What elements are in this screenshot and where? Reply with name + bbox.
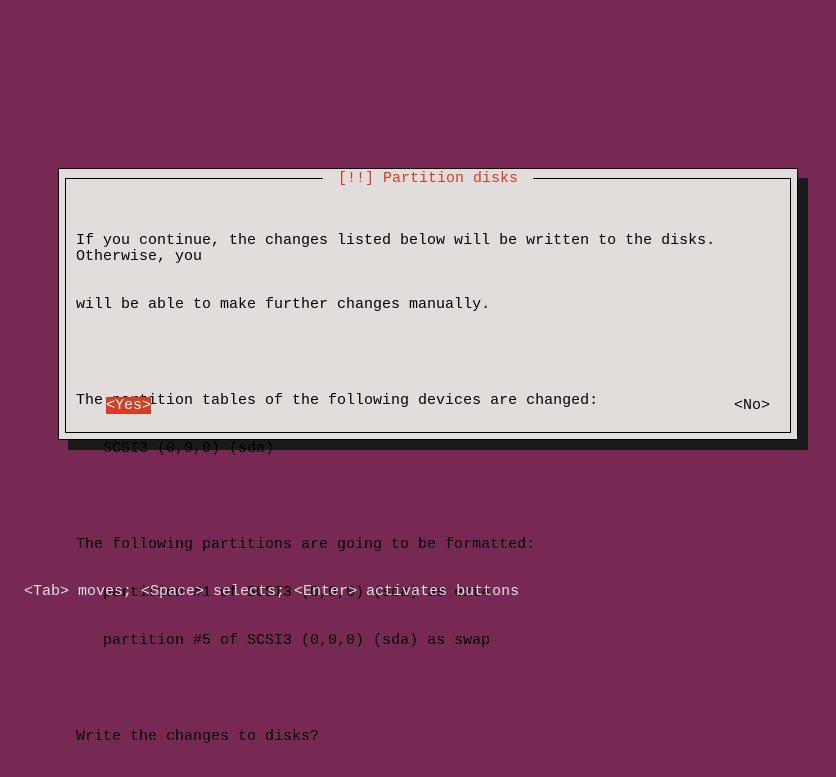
partition-disks-dialog: [!!] Partition disks If you continue, th… [58,168,798,440]
dialog-text-line: SCSI3 (0,0,0) (sda) [76,441,780,457]
dialog-body: If you continue, the changes listed belo… [76,201,780,777]
installer-background: [!!] Partition disks If you continue, th… [10,10,826,620]
dialog-text-line: partition #5 of SCSI3 (0,0,0) (sda) as s… [76,633,780,649]
dialog-text-line: will be able to make further changes man… [76,297,780,313]
yes-button[interactable]: <Yes> [106,397,151,414]
dialog-text-line: If you continue, the changes listed belo… [76,233,780,265]
dialog-text-line: The following partitions are going to be… [76,537,780,553]
dialog-text-line [76,489,780,505]
dialog-title-wrap: [!!] Partition disks [66,171,790,187]
dialog-text-line: Write the changes to disks? [76,729,780,745]
no-button[interactable]: <No> [734,397,770,414]
dialog-text-line [76,681,780,697]
dialog-text-line [76,345,780,361]
dialog-title: [!!] Partition disks [323,171,533,187]
dialog-border: [!!] Partition disks If you continue, th… [65,178,791,433]
status-bar-hint: <Tab> moves; <Space> selects; <Enter> ac… [24,584,519,600]
dialog-button-row: <Yes> <No> [76,398,780,414]
